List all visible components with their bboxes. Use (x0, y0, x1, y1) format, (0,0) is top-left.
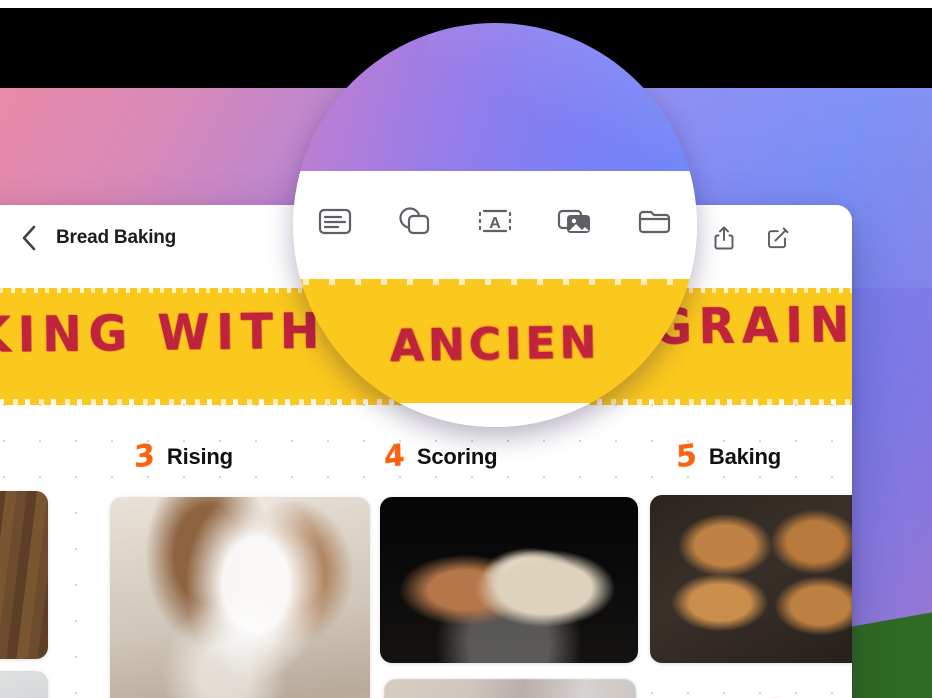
back-chevron-icon[interactable] (16, 225, 42, 251)
photo-baked-loaves-tray[interactable] (650, 495, 852, 663)
step-item-2[interactable]: 3 Rising (133, 437, 233, 476)
sketch-bread-drawing[interactable] (650, 675, 852, 698)
top-white-strip (0, 0, 932, 8)
step-labels-row: ng 3 Rising 4 Scoring 5 Baking (0, 437, 852, 481)
photo-measuring-spoons-wheat[interactable] (0, 491, 48, 659)
shapes-icon[interactable] (394, 200, 436, 242)
media-icon[interactable] (554, 200, 596, 242)
step-label: Baking (708, 443, 782, 469)
photo-eggs-carton[interactable] (0, 671, 48, 698)
step-item-4[interactable]: 5 Baking (675, 437, 782, 476)
photo-grid (0, 489, 852, 698)
share-icon[interactable] (712, 225, 736, 251)
screen: Bread Baking BAKING WITH GRAINS 3 Rising… (0, 0, 932, 698)
photo-hands-flour[interactable] (110, 497, 370, 698)
step-label: Scoring (416, 443, 498, 469)
magnifier-loupe: A ANCIEN (293, 23, 697, 427)
photo-blurred-dough[interactable] (384, 679, 636, 698)
step-number: 5 (675, 437, 698, 476)
text-box-glyph: A (489, 215, 501, 232)
loupe-canvas-bottom (293, 403, 697, 427)
step-number: 3 (133, 437, 156, 476)
page-title: Bread Baking (56, 227, 177, 248)
sketch-strokes-icon (768, 697, 780, 698)
compose-icon[interactable] (766, 225, 790, 251)
text-box-icon[interactable]: A (474, 200, 516, 242)
loupe-wallpaper-region (293, 23, 697, 213)
step-label: Rising (166, 443, 233, 469)
folder-icon[interactable] (634, 200, 676, 242)
photo-dough-cloth[interactable] (380, 497, 638, 663)
insert-toolbar: A (293, 171, 697, 271)
step-item-3[interactable]: 4 Scoring (383, 437, 498, 476)
loupe-magnified-word: ANCIEN (389, 317, 601, 372)
step-number: 4 (383, 437, 406, 476)
note-card-icon[interactable] (314, 200, 356, 242)
titlebar-actions (712, 225, 830, 251)
